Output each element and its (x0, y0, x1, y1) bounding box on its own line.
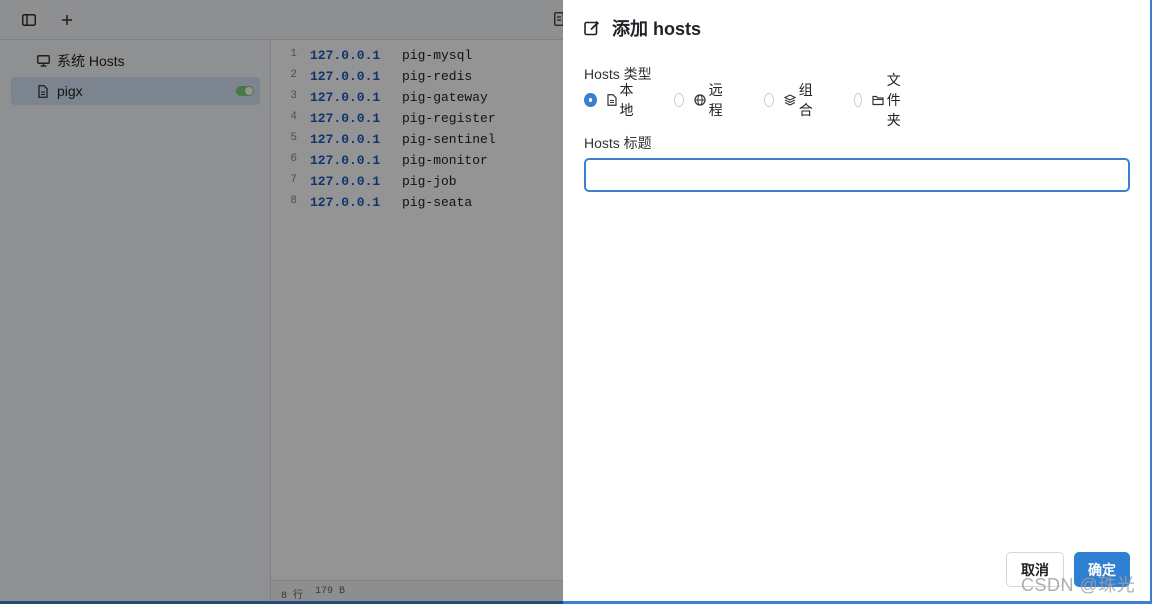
dialog-title: 添加 hosts (612, 19, 702, 39)
dialog-header: 添加 hosts (584, 16, 701, 40)
radio-local[interactable]: 本地 (584, 82, 637, 118)
hosts-title-input[interactable] (584, 158, 1130, 192)
radio-remote[interactable]: 远程 (674, 82, 727, 118)
radio-label: 远程 (708, 82, 723, 118)
layers-icon (783, 94, 796, 106)
radio-button[interactable] (764, 93, 774, 107)
hosts-type-label: Hosts 类型 (584, 66, 652, 82)
file-icon (606, 94, 617, 106)
radio-button[interactable] (674, 93, 684, 107)
hosts-title-label: Hosts 标题 (584, 135, 652, 151)
radio-label: 组合 (798, 82, 813, 118)
folder-icon (872, 94, 884, 106)
add-hosts-dialog: 添加 hosts Hosts 类型 本地 远程 组合 文件夹 Hosts 标题 … (563, 0, 1152, 601)
radio-button[interactable] (854, 93, 862, 107)
radio-label: 本地 (619, 82, 634, 118)
globe-icon (694, 94, 706, 106)
radio-combo[interactable]: 组合 (764, 82, 817, 118)
edit-icon (584, 20, 600, 36)
radio-label: 文件夹 (886, 72, 901, 128)
modal-overlay[interactable] (0, 0, 563, 604)
radio-button[interactable] (584, 93, 597, 107)
watermark: CSDN @珠光 (1021, 575, 1136, 595)
radio-folder[interactable]: 文件夹 (854, 72, 907, 128)
